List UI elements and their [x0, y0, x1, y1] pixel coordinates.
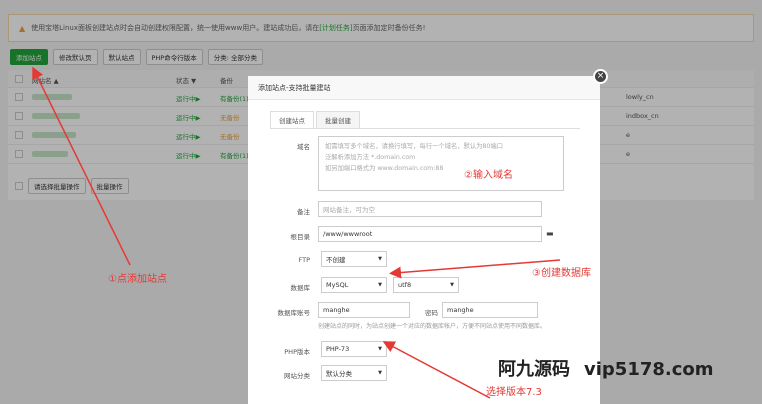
watermark-cn: 阿九源码	[498, 359, 570, 380]
annotation-step2: ②输入域名	[464, 170, 513, 181]
annotation-step4: 选择版本7.3	[486, 387, 542, 398]
watermark: 阿九源码 vip5178.com	[498, 355, 714, 381]
annotation-arrows	[32, 66, 561, 399]
watermark-url: vip5178.com	[584, 359, 714, 380]
annotation-step1: ①点添加站点	[108, 274, 167, 285]
annotation-step3: ③创建数据库	[532, 268, 591, 279]
